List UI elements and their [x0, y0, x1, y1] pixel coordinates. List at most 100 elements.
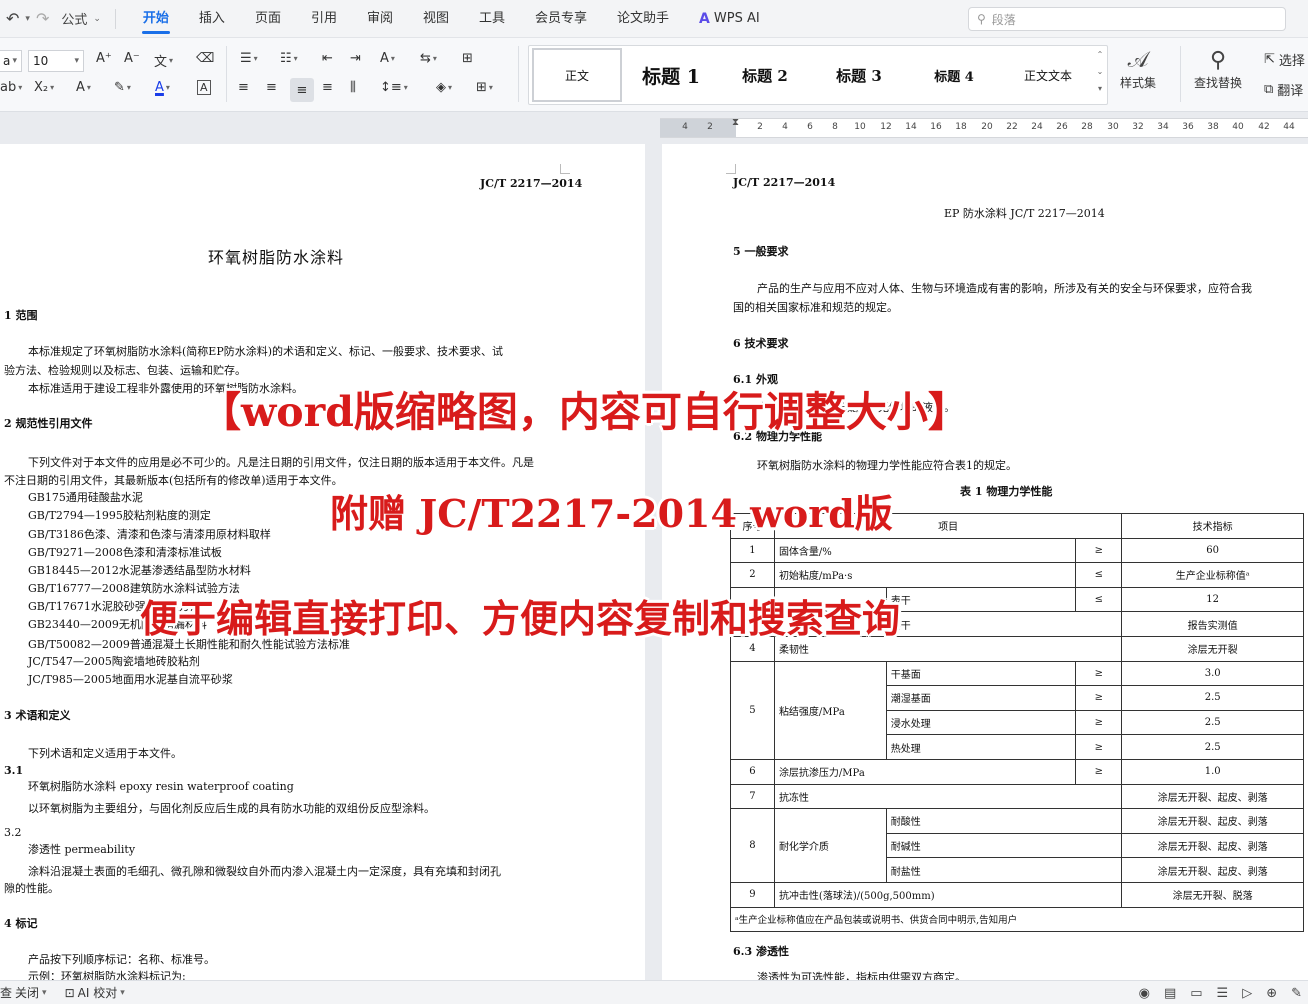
font-color-button[interactable]: A ▾ — [155, 80, 170, 95]
paragraph-mark-icon: ⊞ — [462, 51, 473, 66]
bullet-list-button[interactable]: ☰ ▾ — [240, 51, 258, 66]
style-heading-1[interactable]: 标题 1 — [622, 48, 720, 102]
text-effect-button[interactable]: A ▾ — [76, 80, 91, 95]
tab-references[interactable]: 引用 — [296, 0, 352, 38]
redo-icon[interactable]: ↷ — [36, 9, 49, 28]
outline-view-icon[interactable]: ☰ — [1217, 986, 1229, 1001]
increase-indent-button[interactable]: ⇥ — [350, 51, 361, 66]
clear-format-button[interactable]: ⌫ — [196, 51, 214, 66]
tab-paper-assistant[interactable]: 论文助手 — [602, 0, 684, 38]
ruler-tick: 44 — [1283, 122, 1295, 132]
font-name-select[interactable]: a ▾ — [0, 50, 22, 72]
shrink-font-button[interactable]: A⁻ — [124, 51, 140, 66]
view-mode-icon[interactable]: ▤ — [1164, 986, 1176, 1001]
strikethrough-button[interactable]: ab ▾ — [0, 80, 22, 95]
line-spacing-button[interactable]: ↕≡ ▾ — [380, 80, 408, 95]
tab-tools[interactable]: 工具 — [464, 0, 520, 38]
text-direction-button[interactable]: A ▾ — [380, 51, 395, 66]
sort-button[interactable]: ⇆ ▾ — [420, 51, 437, 66]
style-heading-2[interactable]: 标题 2 — [720, 48, 810, 102]
font-size-select[interactable]: 10 ▾ — [28, 50, 84, 72]
reference-item: GB18445—2012水泥基渗透结晶型防水材料 — [28, 564, 251, 577]
play-icon[interactable]: ▷ — [1242, 986, 1252, 1001]
phonetic-button[interactable]: 文 ▾ — [154, 51, 173, 70]
style-set-button[interactable]: 𝒜 样式集 — [1120, 48, 1156, 91]
shading-button[interactable]: ◈ ▾ — [436, 80, 452, 95]
undo-icon[interactable]: ↶ — [6, 9, 19, 28]
eraser-icon: ⌫ — [196, 51, 215, 66]
style-heading-3[interactable]: 标题 3 — [810, 48, 908, 102]
tab-page[interactable]: 页面 — [240, 0, 296, 38]
page-view-icon[interactable]: ▭ — [1190, 986, 1202, 1001]
status-item[interactable]: 查 关闭 ▾ — [0, 984, 47, 1001]
numbered-list-button[interactable]: ☷ ▾ — [280, 51, 298, 66]
pen-icon[interactable]: ✎ — [1291, 986, 1302, 1001]
reference-item: GB175通用硅酸盐水泥 — [28, 491, 143, 504]
tab-view[interactable]: 视图 — [408, 0, 464, 38]
subscript-icon: X₂ — [34, 80, 49, 95]
distribute-button[interactable]: ⫼ — [350, 80, 356, 95]
table-cell: 1.0 — [1121, 758, 1304, 785]
tab-review[interactable]: 审阅 — [352, 0, 408, 38]
web-view-icon[interactable]: ⊕ — [1266, 986, 1277, 1001]
table-cell: ≥ — [1075, 709, 1123, 736]
align-right-button[interactable]: ≡ — [322, 80, 333, 95]
table-cell: 2.5 — [1121, 685, 1304, 711]
page-left[interactable]: JC/T 2217—2014 环氧树脂防水涂料 1 范围 本标准规定了环氧树脂防… — [0, 144, 645, 980]
highlighter-icon: ✎ — [114, 80, 125, 95]
ruler-tick: 8 — [832, 122, 838, 132]
table-cell: ≥ — [1075, 758, 1123, 785]
table-row: 8 耐化学介质 耐酸性 涂层无开裂、起皮、剥落 — [730, 808, 1304, 883]
table-cell: 技术指标 — [1121, 513, 1304, 539]
find-replace-button[interactable]: ⚲ 查找替换 — [1194, 48, 1242, 91]
subscript-button[interactable]: X₂ ▾ — [34, 80, 54, 95]
tab-home[interactable]: 开始 — [128, 0, 184, 38]
translate-button[interactable]: ⧉ 翻译 — [1264, 80, 1303, 99]
table-row: 5 粘结强度/MPa 干基面 ≥ 3.0 — [730, 660, 1304, 760]
grow-font-button[interactable]: A⁺ — [96, 51, 112, 66]
shrink-font-icon: A⁻ — [124, 51, 140, 66]
paragraph: 本标准规定了环氧树脂防水涂料(简称EP防水涂料)的术语和定义、标记、一般要求、技… — [28, 345, 504, 358]
style-heading-4[interactable]: 标题 4 — [908, 48, 1000, 102]
align-justify-button[interactable]: ≡ — [290, 78, 314, 102]
style-body-text[interactable]: 正文文本 — [1000, 48, 1096, 102]
expand-gallery-icon[interactable]: ▾ — [1098, 84, 1102, 93]
style-normal[interactable]: 正文 — [532, 48, 622, 102]
tab-member[interactable]: 会员专享 — [520, 0, 602, 38]
ai-check-button[interactable]: ⊡ AI 校对 ▾ — [65, 984, 125, 1001]
borders-button[interactable]: ⊞ ▾ — [476, 80, 493, 95]
horizontal-ruler[interactable]: ⧗ 4 2 2 4 6 8 10 12 14 16 18 20 22 24 26… — [660, 117, 1308, 138]
tab-wps-ai[interactable]: A WPS AI — [684, 0, 775, 38]
page-right[interactable]: JC/T 2217—2014 EP 防水涂料 JC/T 2217—2014 5 … — [662, 144, 1308, 980]
ruler-tick: 4 — [682, 122, 688, 132]
show-marks-button[interactable]: ⊞ — [462, 51, 473, 66]
document-area[interactable]: JC/T 2217—2014 环氧树脂防水涂料 1 范围 本标准规定了环氧树脂防… — [0, 144, 1308, 980]
tab-insert[interactable]: 插入 — [184, 0, 240, 38]
search-input[interactable]: ⚲ 段落 — [968, 7, 1286, 31]
table-note-row: ᵃ生产企业标称值应在产品包装或说明书、供货合同中明示,告知用户 — [730, 906, 1304, 932]
decrease-indent-button[interactable]: ⇤ — [322, 51, 333, 66]
chevron-down-icon[interactable]: ⌄ — [1097, 67, 1104, 76]
align-justify-icon: ≡ — [296, 82, 308, 98]
product-mark: EP 防水涂料 JC/T 2217—2014 — [944, 207, 1105, 220]
select-button[interactable]: ⇱ 选择 — [1264, 50, 1305, 69]
document-title: 环氧树脂防水涂料 — [208, 248, 345, 267]
ruler-tick: 40 — [1232, 122, 1244, 132]
char-border-button[interactable]: A — [197, 80, 211, 95]
table-cell: 报告实测值 — [1121, 611, 1304, 637]
gallery-scroll[interactable]: ⌃ ⌄ ▾ — [1095, 50, 1105, 93]
page-header: JC/T 2217—2014 — [480, 177, 583, 190]
align-center-button[interactable]: ≡ — [266, 80, 277, 95]
highlight-button[interactable]: ✎ ▾ — [114, 80, 131, 95]
align-left-button[interactable]: ≡ — [238, 80, 249, 95]
chevron-up-icon[interactable]: ⌃ — [1097, 50, 1104, 59]
chevron-down-icon: ▾ — [12, 56, 17, 66]
formula-label[interactable]: 公式 — [61, 9, 87, 28]
eye-protection-icon[interactable]: ◉ — [1139, 986, 1150, 1001]
undo-dropdown-icon[interactable]: ▾ — [25, 14, 30, 24]
reference-item: GB/T2794—1995胶粘剂粘度的测定 — [28, 509, 211, 522]
formula-dropdown-icon[interactable]: ⌄ — [93, 14, 101, 24]
styles-gallery: 正文 标题 1 标题 2 标题 3 标题 4 正文文本 ⌃ ⌄ ▾ — [528, 45, 1108, 105]
indent-marker-icon[interactable]: ⧗ — [732, 117, 739, 128]
chevron-down-icon: ▾ — [74, 56, 79, 66]
